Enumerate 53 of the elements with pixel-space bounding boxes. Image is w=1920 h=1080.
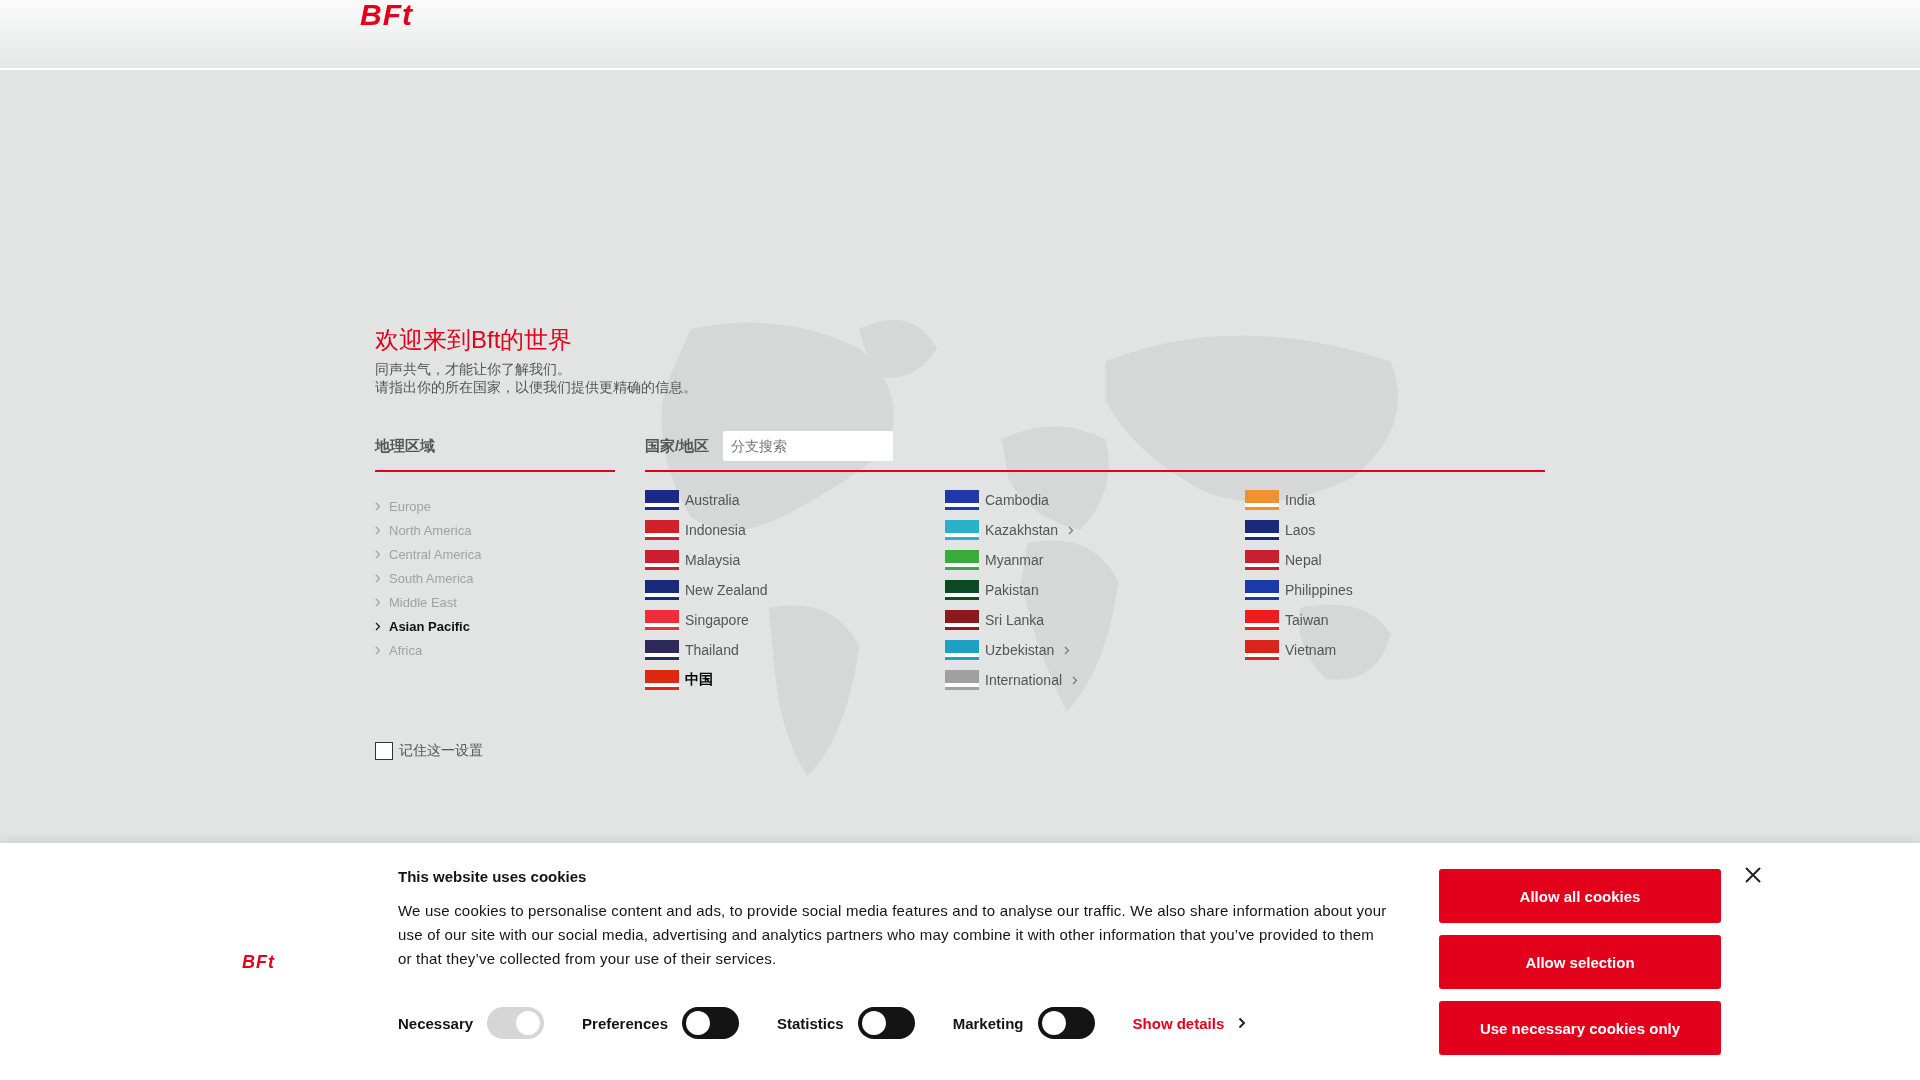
chevron-icon bbox=[375, 525, 381, 535]
country-link[interactable]: New Zealand bbox=[645, 580, 945, 600]
toggle-switch[interactable] bbox=[682, 1007, 739, 1039]
remember-checkbox[interactable] bbox=[375, 742, 393, 760]
toggle-switch[interactable] bbox=[857, 1007, 915, 1039]
country-link[interactable]: Indonesia bbox=[645, 520, 945, 540]
country-link[interactable]: International bbox=[945, 670, 1245, 690]
close-icon[interactable] bbox=[1745, 867, 1761, 883]
intro-text: 同声共气，才能让你了解我们。 bbox=[375, 360, 572, 378]
chevron-icon bbox=[375, 645, 381, 655]
country-heading: 国家/地区 bbox=[645, 436, 710, 456]
country-link[interactable]: Malaysia bbox=[645, 550, 945, 570]
cookie-button[interactable]: Allow selection bbox=[1439, 935, 1721, 989]
country-link[interactable]: 中国 bbox=[645, 670, 945, 690]
chevron-icon bbox=[1238, 1017, 1247, 1029]
country-link[interactable]: Laos bbox=[1245, 520, 1545, 540]
toggle-label: Marketing bbox=[952, 1014, 1024, 1032]
search-field[interactable]: 分支搜索 bbox=[723, 431, 894, 461]
country-link[interactable]: Myanmar bbox=[945, 550, 1245, 570]
intro-text: 请指出你的所在国家，以便我们提供更精确的信息。 bbox=[375, 378, 698, 396]
country-link[interactable]: Sri Lanka bbox=[945, 610, 1245, 630]
toggle-label: Preferences bbox=[582, 1014, 668, 1032]
country-link[interactable]: Cambodia bbox=[945, 490, 1245, 510]
country-link[interactable]: Uzbekistan bbox=[945, 640, 1245, 660]
chevron-icon bbox=[375, 549, 381, 559]
page-title: 欢迎来到Bft的世界 bbox=[375, 325, 574, 355]
toggle-label: Necessary bbox=[398, 1014, 474, 1032]
chevron-icon bbox=[375, 573, 381, 583]
country-link[interactable]: India bbox=[1245, 490, 1545, 510]
remember-label: 记住这一设置 bbox=[399, 742, 483, 760]
region-link[interactable]: Asian Pacific bbox=[375, 614, 615, 638]
country-link[interactable]: Kazakhstan bbox=[945, 520, 1245, 540]
country-link[interactable]: Nepal bbox=[1245, 550, 1545, 570]
toggle-switch[interactable] bbox=[1037, 1007, 1095, 1039]
logo: BFt bbox=[242, 951, 275, 972]
chevron-icon bbox=[375, 597, 381, 607]
country-link[interactable]: Taiwan bbox=[1245, 610, 1545, 630]
cookie-button[interactable]: Allow all cookies bbox=[1439, 869, 1721, 923]
chevron-icon bbox=[375, 621, 381, 631]
toggle-label: Statistics bbox=[777, 1014, 844, 1032]
cookie-text: We use cookies to personalise content and ads, to provide social media features and to analyse our traffic. We also share information about your use of our site with our social media, advertising and analytics partners who may combine it with other information that you’ve provided to them or that they’ve collected from your use of their services. bbox=[398, 901, 1388, 969]
cookie-button[interactable]: Use necessary cookies only bbox=[1439, 1001, 1721, 1055]
country-link[interactable]: Pakistan bbox=[945, 580, 1245, 600]
country-link[interactable]: Vietnam bbox=[1245, 640, 1545, 660]
country-link[interactable]: Singapore bbox=[645, 610, 945, 630]
chevron-icon bbox=[375, 501, 381, 511]
logo[interactable]: BFt bbox=[360, 0, 413, 30]
show-details-link[interactable]: Show details bbox=[1132, 1014, 1247, 1032]
country-link[interactable]: Philippines bbox=[1245, 580, 1545, 600]
region-heading: 地理区域 bbox=[375, 436, 435, 456]
country-link[interactable]: Thailand bbox=[645, 640, 945, 660]
cookie-title: This website uses cookies bbox=[398, 868, 588, 885]
country-link[interactable]: Australia bbox=[645, 490, 945, 510]
